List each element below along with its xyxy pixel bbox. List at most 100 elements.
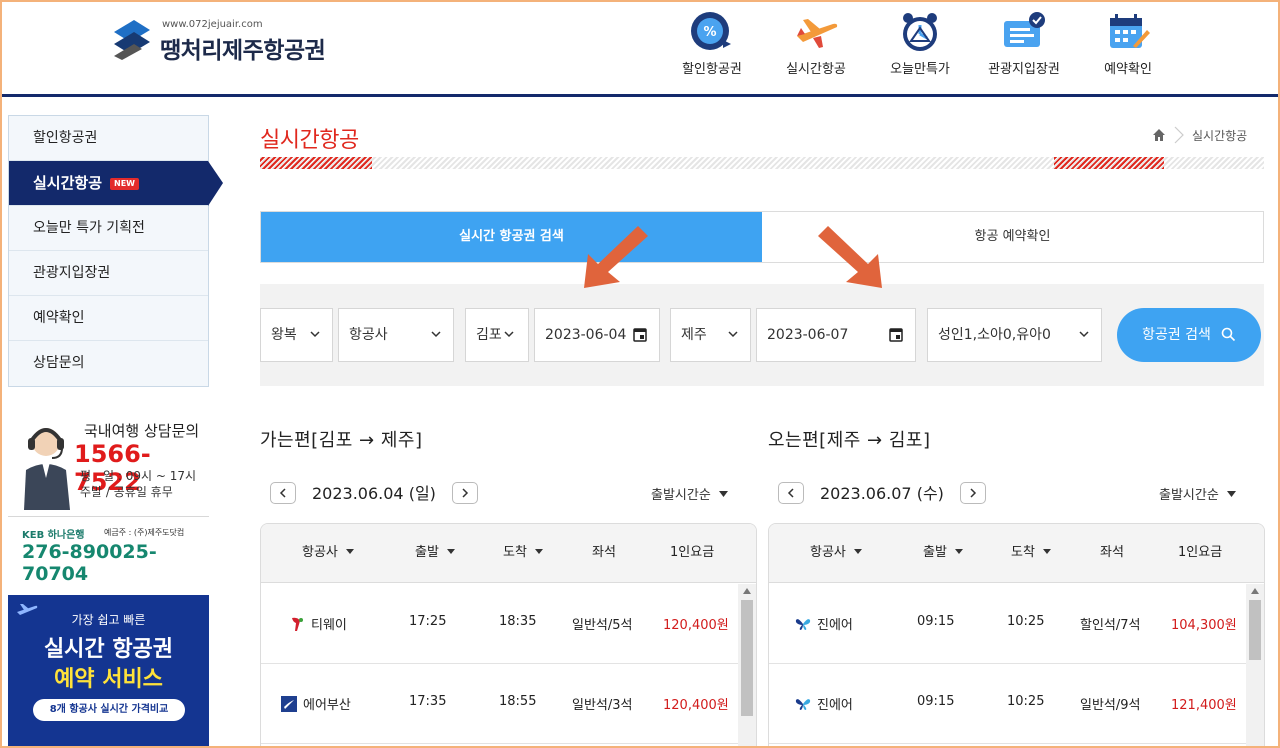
home-icon[interactable]: [1152, 128, 1166, 142]
header-price: 1인요금: [670, 545, 715, 560]
header-label: 항공사: [302, 545, 338, 560]
airline-cell: 진에어: [795, 694, 853, 713]
departure-date-value: 2023-06-04: [545, 327, 627, 343]
calendar-icon[interactable]: [889, 327, 903, 342]
passengers-select[interactable]: 성인1,소아0,유아0: [927, 308, 1102, 362]
inbound-date: 2023.06.07 (수): [820, 484, 944, 503]
promo-subtitle: 가장 쉽고 빠른: [71, 613, 146, 627]
scroll-up-arrow-icon[interactable]: [1251, 588, 1259, 594]
top-nav-attraction-tickets[interactable]: 관광지입장권: [972, 10, 1076, 80]
outbound-date-nav: 2023.06.04 (일): [270, 478, 490, 506]
inbound-prev-date-button[interactable]: [778, 482, 804, 504]
table-row[interactable]: 티웨이 17:25 18:35 일반석/5석 120,400원: [261, 584, 739, 664]
logo-url: www.072jejuair.com: [162, 19, 263, 30]
top-nav-realtime-flights[interactable]: 실시간항공: [764, 10, 868, 80]
top-nav-reservation-check[interactable]: 예약확인: [1076, 10, 1180, 80]
sidebar-item-reservation-check[interactable]: 예약확인: [9, 296, 208, 341]
support-hours-weekday: 평 일 : 09시 ~ 17시: [80, 469, 197, 483]
chevron-right-icon: [1174, 126, 1184, 144]
outbound-prev-date-button[interactable]: [270, 482, 296, 504]
header-airline[interactable]: 항공사: [810, 524, 862, 582]
sidebar-item-consultation[interactable]: 상담문의: [9, 341, 208, 386]
tab-realtime-search[interactable]: 실시간 항공권 검색: [261, 212, 762, 262]
airline-select[interactable]: 항공사: [338, 308, 454, 362]
scroll-thumb[interactable]: [1249, 600, 1261, 660]
outbound-sort-select[interactable]: 출발시간순: [651, 484, 728, 503]
annotation-arrow-down-right-icon: [818, 226, 882, 288]
fare-price: 104,300원: [1171, 618, 1237, 633]
flight-search-button[interactable]: 항공권 검색: [1117, 308, 1261, 362]
scroll-thumb[interactable]: [741, 600, 753, 716]
depart-time: 09:15: [917, 614, 955, 629]
header-depart[interactable]: 출발: [415, 524, 455, 582]
airline-name: 진에어: [817, 618, 853, 633]
search-panel: 왕복 항공사 김포 2023-06-04 제주 2023-06-07 성인1,소…: [260, 284, 1264, 386]
arrival-select[interactable]: 제주: [670, 308, 751, 362]
calendar-icon[interactable]: [633, 327, 647, 342]
table-row[interactable]: 진에어 09:15 10:25 일반석/9석 121,400원: [769, 664, 1247, 744]
inbound-next-date-button[interactable]: [960, 482, 986, 504]
header-airline[interactable]: 항공사: [302, 524, 354, 582]
top-nav-discount-tickets[interactable]: % 할인항공권: [660, 10, 764, 80]
table-scrollbar[interactable]: [1246, 584, 1264, 748]
scroll-up-arrow-icon[interactable]: [743, 588, 751, 594]
calendar-check-icon: [1110, 14, 1150, 48]
depart-time: 17:25: [409, 614, 447, 629]
breadcrumb-current[interactable]: 실시간항공: [1192, 127, 1247, 144]
table-row[interactable]: 진에어 09:15 10:25 할인석/7석 104,300원: [769, 584, 1247, 664]
customer-support-box: 국내여행 상담문의 1566-7522 평 일 : 09시 ~ 17시 주말 /…: [8, 410, 209, 512]
promo-tagline: 8개 항공사 실시간 가격비교: [33, 699, 185, 721]
sidebar-item-attraction-tickets[interactable]: 관광지입장권: [9, 251, 208, 296]
sidebar-item-label: 예약확인: [33, 310, 85, 326]
fare-price: 120,400원: [663, 698, 729, 713]
divider: [8, 516, 209, 517]
caret-down-icon: [718, 491, 728, 497]
table-header: 항공사 출발 도착 좌석 1인요금: [769, 524, 1264, 583]
header-label: 항공사: [810, 545, 846, 560]
airline-cell: 티웨이: [289, 614, 347, 633]
sidebar-item-realtime-flights[interactable]: 실시간항공 NEW: [9, 161, 223, 206]
annotation-arrow-down-left-icon: [584, 226, 648, 288]
trip-type-value: 왕복: [271, 327, 297, 343]
support-title: 국내여행 상담문의: [84, 422, 200, 440]
support-hours: 평 일 : 09시 ~ 17시 주말 / 공휴일 휴무: [80, 468, 196, 500]
seat-info: 일반석/3석: [572, 698, 633, 713]
inbound-sort-select[interactable]: 출발시간순: [1159, 484, 1236, 503]
sidebar-item-today-special[interactable]: 오늘만 특가 기획전: [9, 206, 208, 251]
departure-date-input[interactable]: 2023-06-04: [534, 308, 660, 362]
inbound-date-nav: 2023.06.07 (수): [778, 478, 998, 506]
top-nav-today-special[interactable]: 오늘만특가: [868, 10, 972, 80]
bank-holder: 예금주 : (주)제주도닷컴: [104, 528, 185, 537]
ticket-check-icon: [1004, 12, 1045, 47]
sidebar-item-discount-tickets[interactable]: 할인항공권: [9, 116, 208, 161]
outbound-title: 가는편[김포 → 제주]: [260, 430, 423, 451]
header-arrive[interactable]: 도착: [503, 524, 543, 582]
airline-cell: 에어부산: [281, 694, 351, 713]
arrive-time: 18:55: [499, 694, 537, 709]
outbound-next-date-button[interactable]: [452, 482, 478, 504]
header-label: 출발: [415, 545, 439, 560]
bank-account-box: KEB 하나은행 예금주 : (주)제주도닷컴 276-890025-70704: [8, 524, 209, 585]
header-depart[interactable]: 출발: [923, 524, 963, 582]
header-arrive[interactable]: 도착: [1011, 524, 1051, 582]
logo-mark-icon: [114, 20, 150, 60]
alarm-clock-icon: [903, 13, 937, 51]
promo-banner[interactable]: 가장 쉽고 빠른 실시간 항공권 예약 서비스 8개 항공사 실시간 가격비교: [8, 595, 209, 748]
table-scrollbar[interactable]: [738, 584, 756, 748]
air-busan-logo-icon: [281, 696, 297, 712]
table-row[interactable]: 에어부산 17:35 18:55 일반석/3석 120,400원: [261, 664, 739, 744]
chevron-left-icon: [787, 488, 794, 498]
top-nav: % 할인항공권 실시간항공 오늘만특가 관광지입장권 예약확인: [660, 10, 1180, 80]
tway-logo-icon: [292, 617, 303, 631]
caret-down-icon: [345, 549, 354, 554]
sidebar-item-label: 실시간항공: [33, 174, 103, 192]
departure-select[interactable]: 김포: [465, 308, 529, 362]
trip-type-select[interactable]: 왕복: [260, 308, 333, 362]
header-divider: [0, 94, 1280, 97]
svg-text:%: %: [703, 25, 716, 40]
airline-name: 에어부산: [303, 698, 351, 713]
airline-cell: 진에어: [795, 614, 853, 633]
return-date-input[interactable]: 2023-06-07: [756, 308, 916, 362]
seat-info: 할인석/7석: [1080, 618, 1141, 633]
site-logo[interactable]: www.072jejuair.com 땡처리제주항공권: [112, 16, 352, 66]
